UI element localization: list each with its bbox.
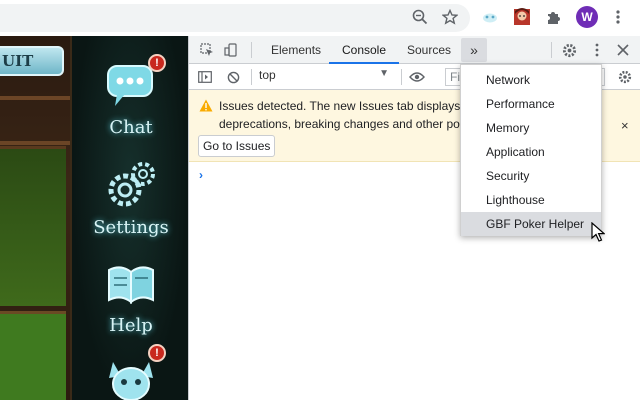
devtools-tabbar: Elements Console Sources » [189, 36, 640, 64]
quit-button[interactable]: UIT [0, 46, 64, 76]
game-felt [0, 146, 66, 306]
dropdown-arrow-icon: ▼ [379, 68, 389, 79]
profile-avatar[interactable]: W [576, 6, 598, 28]
help-button[interactable]: Help [72, 258, 188, 336]
device-toolbar-icon[interactable] [221, 40, 241, 60]
puzzle-icon[interactable] [542, 5, 566, 29]
game-side-menu: Chat ! Settings Help ! [70, 36, 188, 400]
more-tabs-menu: Network Performance Memory Application S… [460, 64, 602, 236]
chat-alert-badge: ! [148, 54, 166, 72]
chat-button[interactable]: Chat ! [72, 54, 188, 138]
mascot-alert-badge: ! [148, 344, 166, 362]
mouse-cursor-icon [591, 222, 605, 242]
more-tabs-button[interactable]: » [461, 38, 487, 62]
tab-console[interactable]: Console [329, 36, 399, 64]
help-label: Help [109, 315, 153, 336]
menu-item-performance[interactable]: Performance [461, 92, 601, 116]
browser-toolbar: W [0, 0, 640, 36]
warning-icon [199, 99, 213, 112]
inspect-element-icon[interactable] [197, 40, 217, 60]
menu-item-network[interactable]: Network [461, 68, 601, 92]
zoom-icon[interactable] [408, 5, 432, 29]
extension-avatar-icon[interactable] [510, 5, 534, 29]
address-bar[interactable] [0, 4, 470, 32]
star-icon[interactable] [438, 5, 462, 29]
tab-elements[interactable]: Elements [269, 36, 323, 64]
tab-sources[interactable]: Sources [405, 36, 453, 64]
context-selector-value: top [259, 68, 276, 82]
context-selector[interactable]: top ▼ [259, 68, 393, 86]
sidebar-toggle-icon[interactable] [195, 67, 215, 87]
book-icon [108, 266, 154, 305]
close-banner-icon[interactable]: × [621, 118, 629, 133]
gears-icon [108, 162, 155, 207]
menu-item-gbf-poker-helper[interactable]: GBF Poker Helper [461, 212, 601, 236]
menu-item-application[interactable]: Application [461, 140, 601, 164]
kebab-menu-icon[interactable] [606, 5, 630, 29]
extension-cloud-icon[interactable] [478, 5, 502, 29]
issues-message: Issues detected. The new Issues tab disp… [219, 99, 473, 131]
settings-label: Settings [93, 217, 169, 238]
menu-item-lighthouse[interactable]: Lighthouse [461, 188, 601, 212]
settings-gear-icon[interactable] [559, 40, 579, 60]
menu-item-memory[interactable]: Memory [461, 116, 601, 140]
go-to-issues-button[interactable]: Go to Issues [198, 135, 276, 157]
mascot-button[interactable]: ! [72, 344, 188, 400]
devtools-menu-icon[interactable] [587, 40, 607, 60]
menu-item-security[interactable]: Security [461, 164, 601, 188]
game-felt-lower [0, 311, 66, 400]
clear-console-icon[interactable] [223, 67, 243, 87]
chat-label: Chat [109, 117, 153, 138]
close-devtools-icon[interactable] [613, 40, 633, 60]
console-prompt-icon[interactable]: › [199, 168, 203, 182]
game-table: UIT [0, 36, 70, 400]
game-viewport: UIT Chat ! Settings Help ! [0, 36, 188, 400]
console-settings-gear-icon[interactable] [615, 67, 635, 87]
live-expression-eye-icon[interactable] [407, 67, 427, 87]
settings-button[interactable]: Settings [72, 160, 188, 238]
